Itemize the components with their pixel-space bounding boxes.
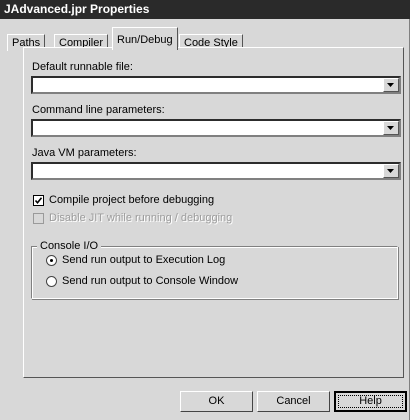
console-io-title: Console I/O (37, 240, 102, 252)
chevron-down-icon (387, 169, 394, 173)
java-vm-combo[interactable] (31, 162, 401, 180)
compile-before-debug-checkbox[interactable] (33, 195, 44, 206)
tab-run-debug[interactable]: Run/Debug (112, 27, 178, 50)
default-runnable-combo[interactable] (31, 76, 401, 94)
cancel-button[interactable]: Cancel (257, 391, 330, 412)
java-vm-label: Java VM parameters: (32, 147, 137, 159)
execution-log-radio[interactable] (46, 255, 57, 266)
command-line-combo[interactable] (31, 119, 401, 137)
default-runnable-input[interactable] (33, 78, 382, 92)
chevron-down-icon (387, 83, 394, 87)
window-title: JAdvanced.jpr Properties (4, 2, 150, 16)
command-line-dropdown-button[interactable] (383, 121, 399, 135)
console-window-radio[interactable] (46, 276, 57, 287)
execution-log-label: Send run output to Execution Log (62, 254, 226, 266)
chevron-down-icon (387, 126, 394, 130)
properties-dialog: JAdvanced.jpr Properties Paths Compiler … (0, 0, 410, 420)
disable-jit-label: Disable JIT while running / debugging (49, 212, 233, 224)
help-button[interactable]: Help (334, 391, 407, 412)
command-line-label: Command line parameters: (32, 104, 165, 116)
radio-selected-dot (50, 259, 53, 262)
title-bar[interactable]: JAdvanced.jpr Properties (0, 0, 410, 19)
tab-run-debug-label: Run/Debug (117, 34, 173, 46)
disable-jit-checkbox (33, 213, 44, 224)
compile-before-debug-label: Compile project before debugging (49, 194, 215, 206)
console-window-label: Send run output to Console Window (62, 275, 239, 287)
java-vm-dropdown-button[interactable] (383, 164, 399, 178)
default-runnable-label: Default runnable file: (32, 61, 133, 73)
default-runnable-dropdown-button[interactable] (383, 78, 399, 92)
command-line-input[interactable] (33, 121, 382, 135)
java-vm-input[interactable] (33, 164, 382, 178)
focus-rect (338, 395, 403, 408)
ok-button[interactable]: OK (180, 391, 253, 412)
checkmark-icon (34, 197, 43, 205)
